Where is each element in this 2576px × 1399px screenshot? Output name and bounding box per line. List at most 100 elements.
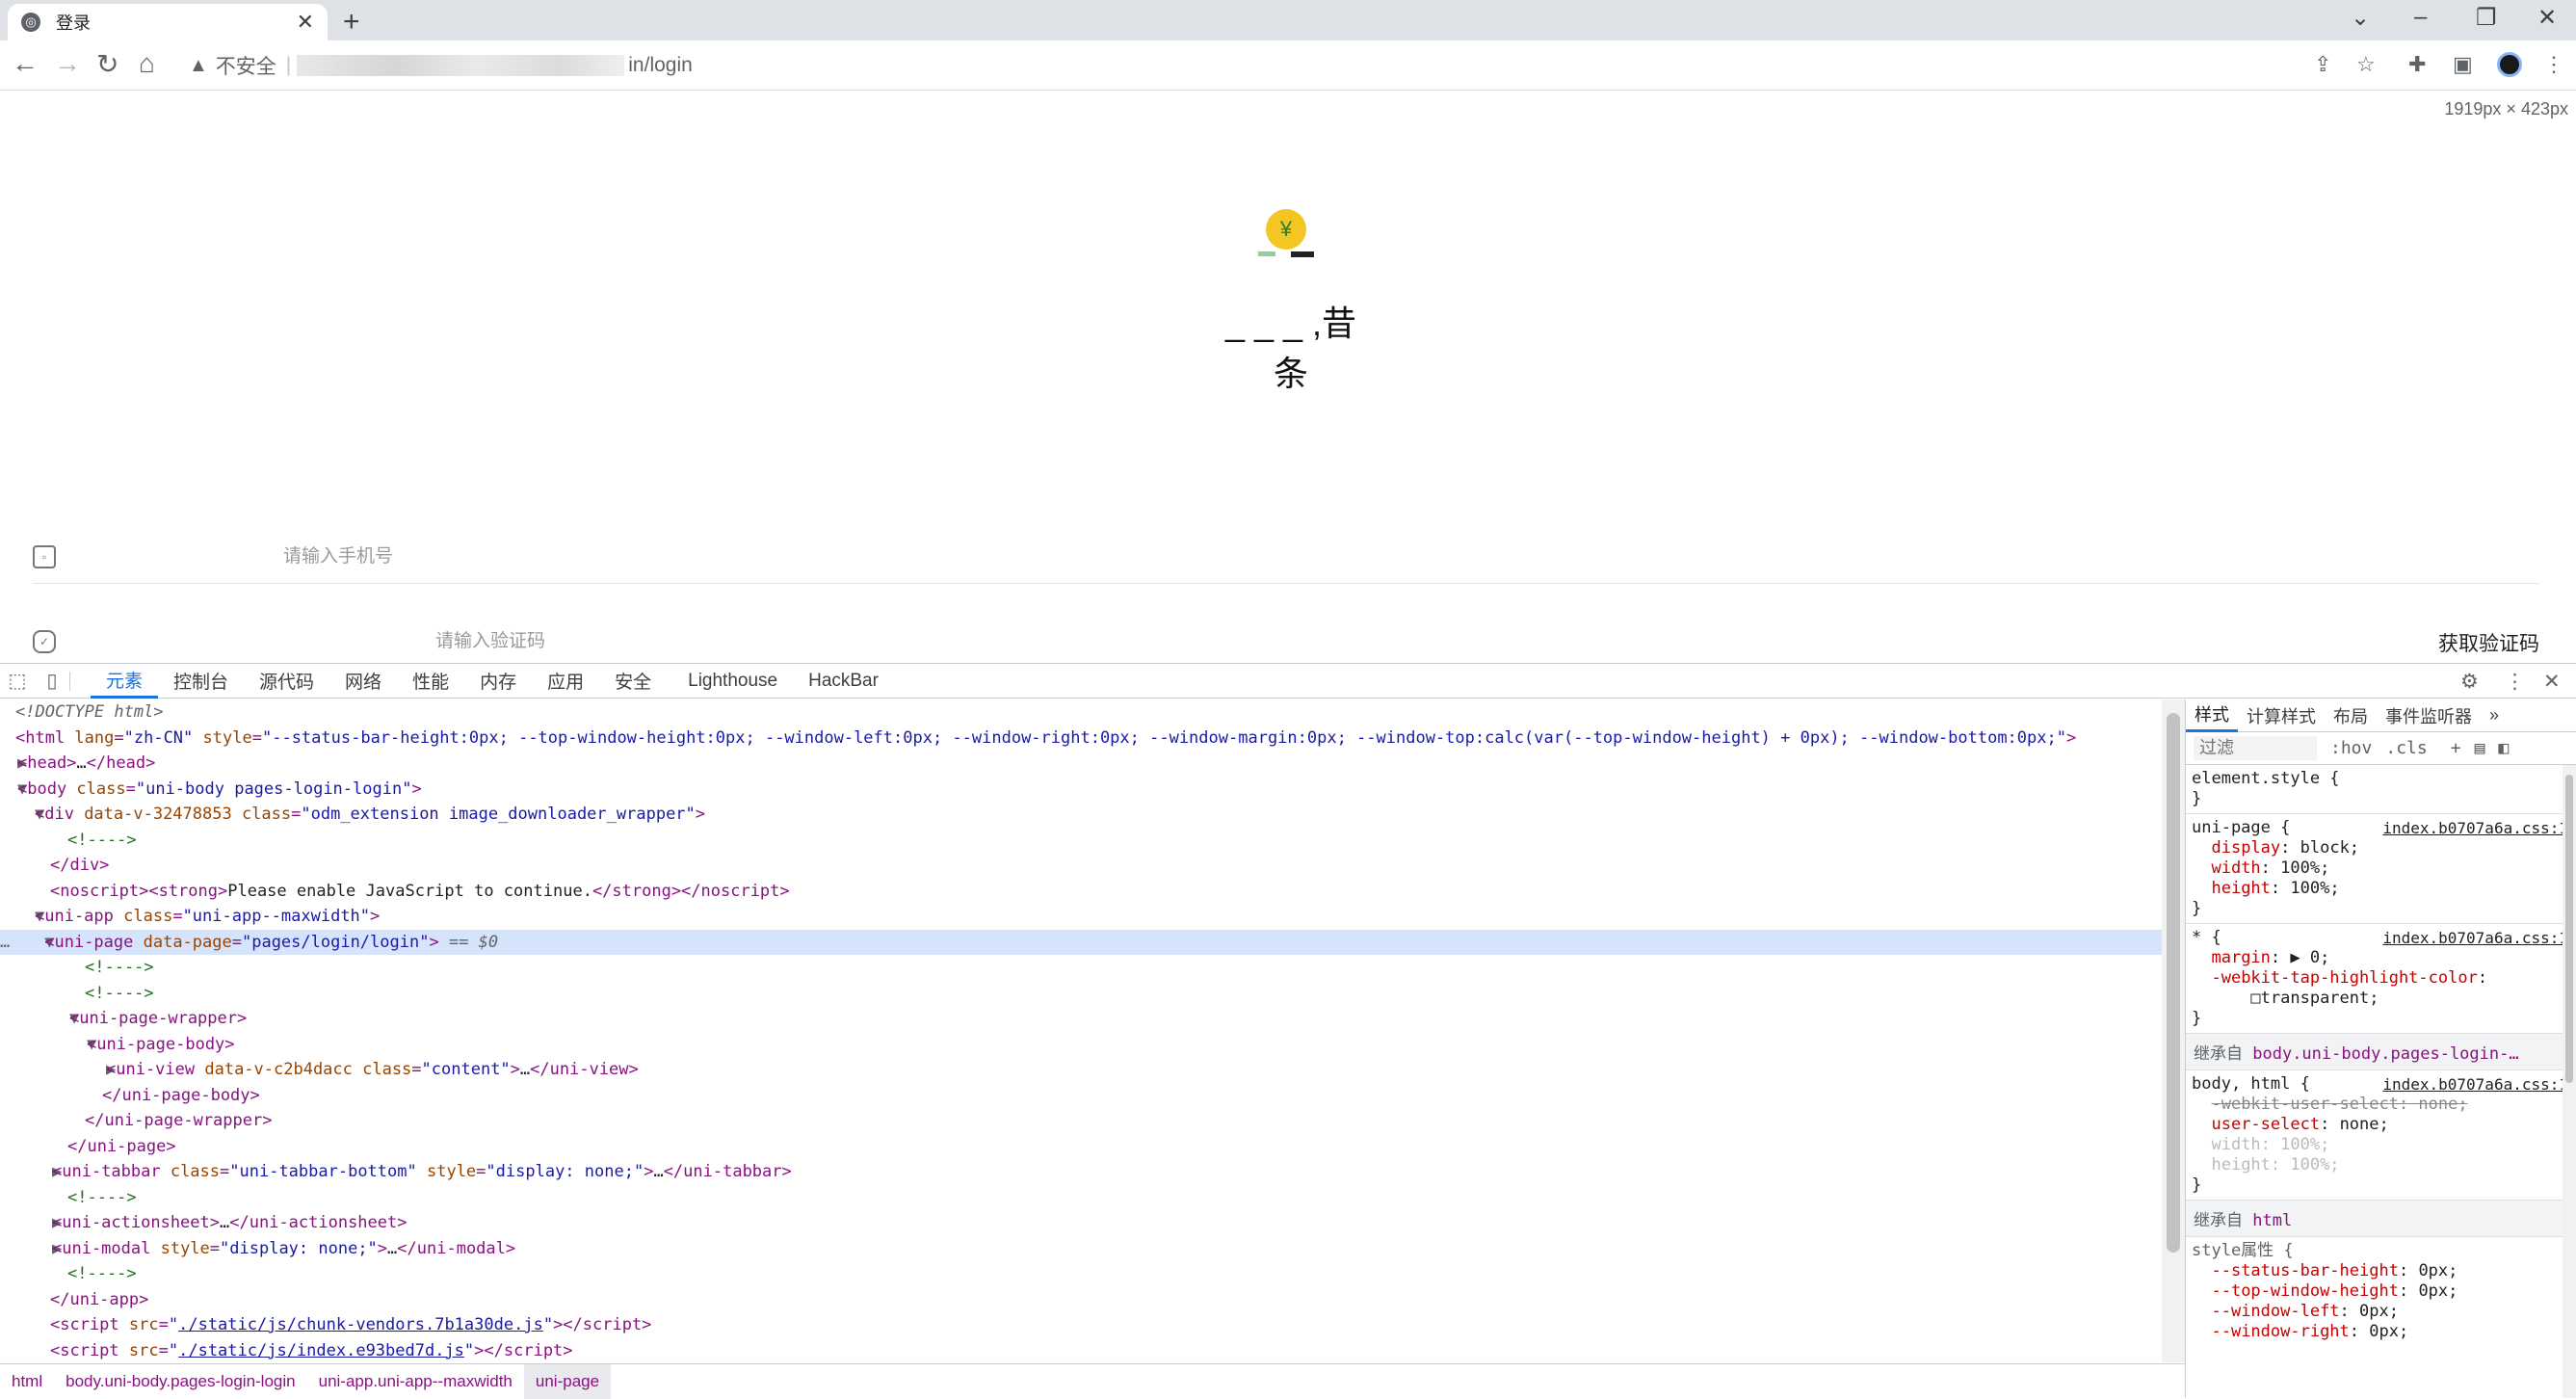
toggle-sidebar-icon[interactable]: ◧ [2498, 738, 2509, 758]
style-rule: body, html {index.b0707a6a.css:1 -webkit… [2186, 1070, 2576, 1201]
dom-line[interactable]: <script src="./static/js/index.e93bed7d.… [0, 1338, 2162, 1363]
tab-console[interactable]: 控制台 [158, 664, 244, 699]
style-source-link[interactable]: index.b0707a6a.css:1 [2382, 1074, 2568, 1095]
dom-line[interactable]: ▶<uni-view data-v-c2b4dacc class="conten… [0, 1057, 2162, 1083]
dom-line[interactable]: ▼<div data-v-32478853 class="odm_extensi… [0, 802, 2162, 828]
settings-gear-icon[interactable]: ⚙ [2460, 670, 2479, 694]
shield-icon: ✓ [33, 629, 56, 653]
breadcrumb-item[interactable]: uni-app.uni-app--maxwidth [307, 1372, 524, 1391]
styles-scrollbar[interactable] [2563, 765, 2576, 1398]
inspect-element-icon[interactable]: ⬚ [0, 669, 35, 693]
dom-line[interactable]: <!DOCTYPE html> [0, 700, 2162, 726]
close-tab-icon[interactable]: ✕ [297, 10, 314, 35]
dom-line-selected[interactable]: … ▼<uni-page data-page="pages/login/login… [0, 929, 2162, 955]
profile-avatar[interactable] [2497, 52, 2522, 77]
extensions-icon[interactable]: ✚ [2408, 52, 2426, 77]
logo-decoration-dark [1291, 251, 1314, 257]
side-panel-icon[interactable]: ▣ [2453, 52, 2473, 77]
tab-lighthouse[interactable]: Lighthouse [672, 664, 793, 699]
tab-application[interactable]: 应用 [532, 664, 599, 699]
tab-memory[interactable]: 内存 [464, 664, 532, 699]
new-rule-icon[interactable]: + [2451, 738, 2461, 758]
dom-line[interactable]: ▶<uni-actionsheet>…</uni-actionsheet> [0, 1210, 2162, 1236]
get-code-button[interactable]: 获取验证码 [2438, 628, 2539, 657]
dom-line[interactable]: </uni-page> [0, 1134, 2162, 1160]
tab-hackbar[interactable]: HackBar [793, 664, 894, 699]
dom-line[interactable]: <!----> [0, 955, 2162, 981]
address-path: in/login [628, 54, 693, 76]
insecure-label: 不安全 [215, 56, 276, 78]
devtools-menu-icon[interactable]: ⋮ [2505, 670, 2525, 694]
dom-line[interactable]: ▼<uni-page-body> [0, 1032, 2162, 1058]
bookmark-star-icon[interactable]: ☆ [2356, 52, 2376, 77]
more-tabs-icon[interactable]: » [2481, 700, 2508, 732]
share-icon[interactable]: ⇪ [2314, 52, 2331, 77]
tab-search-icon[interactable]: ⌄ [2351, 4, 2370, 32]
scrollbar-thumb[interactable] [2565, 775, 2573, 1083]
tab-security[interactable]: 安全 [599, 664, 667, 699]
dom-line[interactable]: <!----> [0, 1261, 2162, 1287]
cls-toggle[interactable]: .cls [2385, 738, 2427, 758]
hov-toggle[interactable]: :hov [2330, 738, 2372, 758]
style-source-link[interactable]: index.b0707a6a.css:1 [2382, 818, 2568, 838]
dom-line[interactable]: <!----> [0, 1185, 2162, 1211]
browser-menu-icon[interactable]: ⋮ [2543, 52, 2564, 77]
scrollbar-thumb[interactable] [2167, 713, 2180, 1253]
warning-icon[interactable]: ▲ [189, 55, 208, 77]
style-source-link[interactable]: index.b0707a6a.css:1 [2382, 928, 2568, 948]
dom-line[interactable]: </div> [0, 853, 2162, 879]
inherited-header: 继承自 html [2186, 1201, 2576, 1237]
verification-code-input[interactable] [435, 630, 1013, 652]
elements-scrollbar[interactable] [2162, 700, 2185, 1362]
browser-tab[interactable]: ◎ 登录 ✕ [8, 4, 328, 40]
toolbar-divider [69, 671, 91, 691]
dom-line[interactable]: <noscript><strong>Please enable JavaScri… [0, 879, 2162, 905]
dom-line[interactable]: </uni-page-body> [0, 1083, 2162, 1109]
restore-icon[interactable]: ❐ [2476, 4, 2497, 32]
dom-line[interactable]: </uni-page-wrapper> [0, 1108, 2162, 1134]
script-link[interactable]: ./static/js/chunk-vendors.7b1a30de.js [178, 1315, 543, 1334]
breadcrumb-item[interactable]: html [0, 1372, 54, 1391]
devtools-panel: ⬚ ▯ 元素 控制台 源代码 网络 性能 内存 应用 安全 Lighthouse… [0, 663, 2576, 1399]
minimize-icon[interactable]: – [2414, 4, 2427, 31]
script-link[interactable]: ./static/js/index.e93bed7d.js [178, 1341, 464, 1360]
back-icon[interactable]: ← [12, 48, 39, 79]
phone-input[interactable] [283, 545, 861, 568]
dom-line[interactable]: <script src="./static/js/chunk-vendors.7… [0, 1312, 2162, 1338]
tab-elements[interactable]: 元素 [91, 664, 159, 699]
dom-line[interactable]: ▶<head>…</head> [0, 751, 2162, 777]
styles-filter-input[interactable] [2194, 736, 2317, 760]
dom-line[interactable]: ▼<body class="uni-body pages-login-login… [0, 777, 2162, 803]
dom-line[interactable]: <!----> [0, 828, 2162, 854]
dom-line[interactable]: </uni-app> [0, 1287, 2162, 1313]
tab-network[interactable]: 网络 [329, 664, 397, 699]
tab-computed[interactable]: 计算样式 [2238, 700, 2325, 732]
dom-line[interactable]: ▶<uni-tabbar class="uni-tabbar-bottom" s… [0, 1159, 2162, 1185]
tab-event-listeners[interactable]: 事件监听器 [2377, 700, 2481, 732]
close-devtools-icon[interactable]: ✕ [2543, 670, 2561, 694]
styles-tabs: 样式 计算样式 布局 事件监听器 » [2186, 700, 2576, 732]
breadcrumb-item-current[interactable]: uni-page [523, 1363, 612, 1399]
html-style-value: --status-bar-height:0px; --top-window-he… [272, 727, 2057, 748]
styles-pane: 样式 计算样式 布局 事件监听器 » :hov .cls + ▤ ◧ eleme… [2185, 700, 2576, 1398]
tab-layout[interactable]: 布局 [2325, 700, 2377, 732]
tab-sources[interactable]: 源代码 [244, 664, 329, 699]
style-rule: uni-page {index.b0707a6a.css:1 display: … [2186, 814, 2576, 924]
paint-icon[interactable]: ▤ [2475, 738, 2485, 758]
home-icon[interactable]: ⌂ [139, 48, 155, 79]
close-window-icon[interactable]: ✕ [2537, 4, 2557, 32]
dom-line[interactable]: ▶<uni-modal style="display: none;">…</un… [0, 1236, 2162, 1262]
forward-icon[interactable]: → [54, 48, 81, 79]
breadcrumb-item[interactable]: body.uni-body.pages-login-login [54, 1372, 306, 1391]
viewport-dimensions: 1919px × 423px [2444, 99, 2568, 119]
omnibox[interactable]: ▲ 不安全 | in/login [189, 46, 2270, 85]
reload-icon[interactable]: ↻ [96, 48, 118, 80]
dom-line[interactable]: ▼<uni-page-wrapper> [0, 1006, 2162, 1032]
dom-line[interactable]: ▼<uni-app class="uni-app--maxwidth"> [0, 904, 2162, 930]
dom-line[interactable]: <html lang="zh-CN" style="--status-bar-h… [0, 726, 2162, 752]
tab-styles[interactable]: 样式 [2186, 700, 2238, 732]
device-toolbar-icon[interactable]: ▯ [35, 669, 69, 693]
new-tab-button[interactable]: + [343, 6, 360, 39]
tab-performance[interactable]: 性能 [397, 664, 464, 699]
dom-line[interactable]: <!----> [0, 981, 2162, 1007]
